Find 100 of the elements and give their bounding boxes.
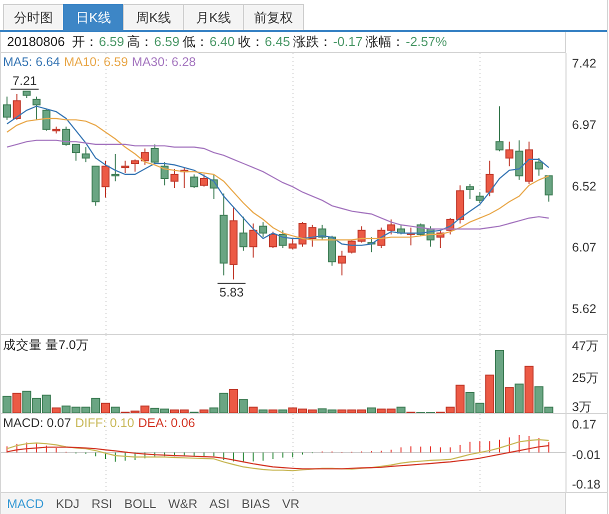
candlestick [318, 224, 326, 240]
axis-label: 7.42 [572, 56, 596, 71]
candlestick [496, 106, 504, 152]
quote-value: 6.59 [98, 33, 124, 51]
indicator-tab[interactable]: W&R [162, 493, 204, 514]
indicator-tab[interactable]: BIAS [236, 493, 276, 514]
chart-tab[interactable]: 前复权 [243, 4, 304, 30]
candlestick [446, 218, 454, 235]
candlestick [160, 162, 169, 186]
volume-legend: 成交量 量7.0万 [3, 337, 89, 354]
candlestick [210, 174, 218, 200]
candlestick [259, 222, 268, 238]
quote-value: 6.40 [209, 33, 235, 51]
candlestick [348, 239, 356, 254]
axis-label: 6.07 [572, 240, 596, 255]
candlestick [131, 158, 140, 172]
volume-bar [2, 396, 12, 413]
candlestick [308, 224, 316, 248]
candlestick [268, 231, 277, 249]
candlestick [515, 140, 524, 180]
candlestick [121, 160, 130, 174]
indicator-tab[interactable]: BOLL [118, 493, 162, 514]
axis-label: 6.97 [572, 118, 596, 132]
axis-label: 5.62 [572, 302, 596, 316]
legend-value: : 0.10 [102, 416, 134, 430]
axis-label: -0.01 [572, 448, 600, 462]
quote-value: 6.59 [154, 33, 180, 51]
indicator-tab[interactable]: RSI [85, 493, 118, 514]
candlestick [436, 230, 444, 249]
candlestick [42, 108, 50, 132]
legend-value: : 0.07 [40, 416, 72, 430]
candlestick [358, 226, 366, 244]
quote-label: 开： [72, 33, 98, 51]
candlestick [298, 222, 306, 248]
axis-label: 0.17 [572, 417, 596, 432]
axis-label: 3万 [572, 400, 592, 413]
candlestick [377, 227, 386, 249]
legend-name: MACD [3, 416, 40, 430]
candlestick [62, 126, 70, 146]
quote-date: 20180806 [7, 33, 65, 51]
candlestick [278, 230, 287, 249]
indicator-tab[interactable]: KDJ [50, 493, 86, 514]
candlestick [92, 166, 100, 206]
candlestick [486, 160, 494, 197]
candlestick [3, 96, 11, 120]
candlestick [387, 218, 396, 235]
candlestick [82, 146, 90, 163]
legend-value: : 6.64 [28, 55, 60, 69]
chart-tab[interactable]: 分时图 [3, 4, 64, 30]
legend-name: DEA [138, 416, 164, 430]
candlestick [32, 96, 41, 120]
candlestick [22, 90, 31, 99]
axis-label: 25万 [572, 370, 599, 385]
candlestick [406, 227, 415, 246]
axis-label: -0.18 [572, 477, 600, 492]
candlestick [111, 153, 120, 182]
chart-tab[interactable]: 月K线 [183, 4, 244, 30]
axis-label: 47万 [572, 339, 599, 354]
candlestick [102, 160, 110, 198]
indicator-tab[interactable]: ASI [203, 493, 236, 514]
legend-name: MA10 [64, 55, 97, 69]
quote-label: 涨跌： [293, 33, 332, 51]
quote-label: 低： [182, 33, 208, 51]
candlestick [200, 174, 208, 188]
candlestick [180, 167, 188, 189]
indicator-tab[interactable]: VR [276, 493, 306, 514]
volume-bar [12, 392, 22, 413]
candlestick [338, 250, 346, 276]
chart-tab[interactable]: 周K线 [123, 4, 184, 30]
candlestick [170, 168, 178, 189]
chart-tab[interactable]: 日K线 [63, 4, 124, 30]
candlestick [426, 226, 435, 248]
legend-value: : 0.06 [164, 416, 196, 430]
legend-value: : 6.59 [96, 55, 128, 69]
candlestick [397, 224, 405, 235]
candlestick [249, 223, 258, 258]
candlestick [140, 148, 149, 166]
candlestick [150, 144, 159, 164]
legend-name: MA30 [132, 55, 165, 69]
candlestick [544, 175, 553, 202]
quote-value: -2.57% [406, 33, 447, 51]
candlestick [367, 236, 376, 253]
quote-label: 收： [238, 33, 264, 51]
candlestick [52, 126, 60, 134]
legend-value: : 6.28 [164, 55, 196, 69]
legend-name: MA5 [3, 55, 29, 69]
candlestick [190, 174, 198, 189]
price-label: 5.83 [219, 285, 244, 300]
legend-name: DIFF [75, 416, 103, 430]
candlestick [505, 141, 514, 167]
leader-line [10, 88, 40, 90]
price-label: 7.21 [12, 74, 37, 88]
quote-value: -0.17 [333, 33, 363, 51]
leader-line [217, 282, 246, 284]
candlestick [12, 93, 21, 120]
quote-label: 涨幅： [366, 33, 405, 51]
quote-value: 6.45 [264, 33, 290, 51]
axis-label: 6.52 [572, 179, 596, 194]
candlestick [72, 144, 80, 162]
candlestick [328, 235, 336, 266]
